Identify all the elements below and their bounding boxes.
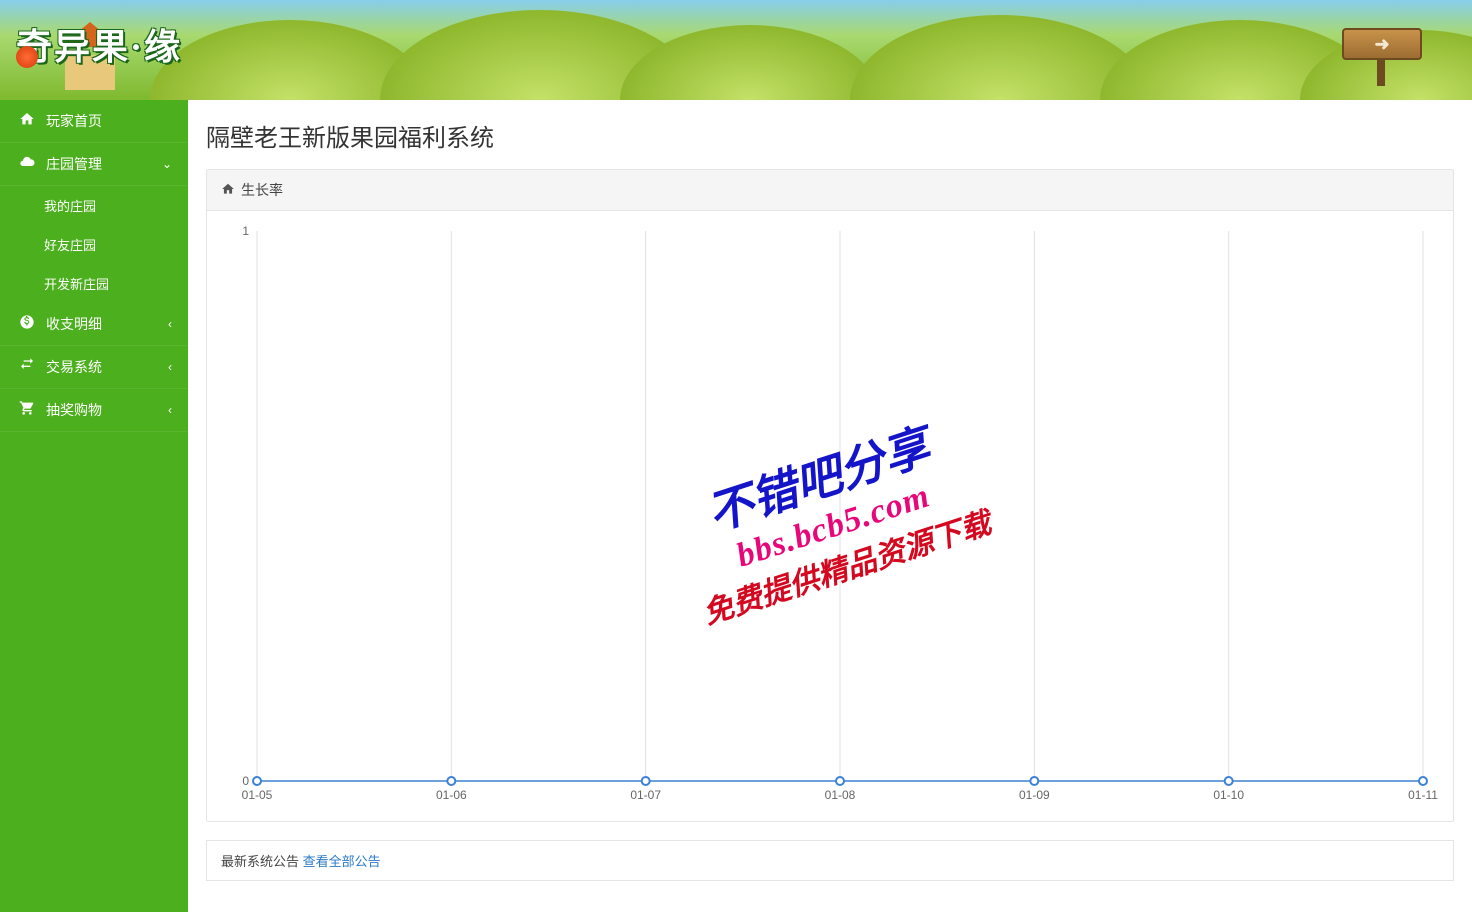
header-hills-decoration — [0, 0, 1472, 100]
dollar-icon — [16, 314, 38, 334]
logo-fruit-icon — [16, 46, 38, 68]
home-icon — [16, 111, 38, 131]
svg-text:0: 0 — [242, 774, 249, 788]
svg-text:01-06: 01-06 — [436, 788, 467, 802]
sidebar-sub-friend-manor[interactable]: 好友庄园 — [0, 225, 188, 264]
sidebar-sub-label: 开发新庄园 — [44, 277, 109, 292]
svg-text:1: 1 — [242, 224, 249, 238]
sidebar-sub-new-manor[interactable]: 开发新庄园 — [0, 264, 188, 303]
sidebar-label: 交易系统 — [46, 357, 102, 377]
panel-header: 生长率 — [207, 170, 1453, 211]
sidebar-label: 抽奖购物 — [46, 400, 102, 420]
growth-chart[interactable]: 0 1 01-05 01-06 01-07 01-08 01-09 01-10 01-11 — [217, 221, 1443, 811]
sidebar-item-trade[interactable]: 交易系统 ‹ — [0, 346, 188, 389]
site-logo[interactable]: 奇异果·缘 — [16, 18, 182, 70]
sidebar-label: 收支明细 — [46, 314, 102, 334]
svg-text:01-10: 01-10 — [1213, 788, 1244, 802]
sidebar-label: 庄园管理 — [46, 154, 102, 174]
logo-text: 奇异果·缘 — [16, 27, 182, 67]
sidebar-item-lottery[interactable]: 抽奖购物 ‹ — [0, 389, 188, 432]
sidebar-label: 玩家首页 — [46, 111, 102, 131]
arrow-right-icon: ➜ — [1374, 34, 1389, 55]
sidebar-item-income[interactable]: 收支明细 ‹ — [0, 303, 188, 346]
panel-title: 生长率 — [241, 180, 283, 200]
svg-text:01-07: 01-07 — [630, 788, 661, 802]
sidebar-sub-my-manor[interactable]: 我的庄园 — [0, 186, 188, 225]
notice-link[interactable]: 查看全部公告 — [303, 854, 381, 869]
notice-prefix: 最新系统公告 — [221, 854, 299, 869]
svg-text:01-11: 01-11 — [1408, 788, 1438, 802]
header-signpost[interactable]: ➜ — [1342, 28, 1432, 68]
chevron-left-icon: ‹ — [168, 403, 172, 417]
header-banner: 奇异果·缘 ➜ — [0, 0, 1472, 100]
notice-panel: 最新系统公告 查看全部公告 — [206, 840, 1454, 881]
svg-text:01-09: 01-09 — [1019, 788, 1050, 802]
chevron-left-icon: ‹ — [168, 317, 172, 331]
chevron-down-icon: ⌄ — [162, 157, 172, 171]
page-title: 隔壁老王新版果园福利系统 — [206, 118, 1454, 153]
sidebar-sub-label: 我的庄园 — [44, 199, 96, 214]
chevron-left-icon: ‹ — [168, 360, 172, 374]
sidebar-item-home[interactable]: 玩家首页 — [0, 100, 188, 143]
sidebar-item-manor[interactable]: 庄园管理 ⌄ — [0, 143, 188, 186]
svg-text:01-08: 01-08 — [825, 788, 856, 802]
exchange-icon — [16, 357, 38, 377]
main-content: 隔壁老王新版果园福利系统 生长率 0101-0501-0601-0701-080… — [188, 100, 1472, 899]
svg-text:01-05: 01-05 — [242, 788, 273, 802]
cart-icon — [16, 400, 38, 420]
panel-body: 0101-0501-0601-0701-0801-0901-1001-11 不错… — [207, 211, 1453, 821]
sidebar-nav: 玩家首页 庄园管理 ⌄ 我的庄园 好友庄园 开发新庄园 收支明细 ‹ 交易系统 … — [0, 100, 188, 912]
growth-panel: 生长率 0 1 01-05 01-06 01-07 01-08 01-09 01-10 01-1… — [206, 169, 1454, 822]
chart-svg: 0 1 01-05 01-06 01-07 01-08 01-09 01-10 01-11 — [217, 221, 1443, 811]
home-icon — [221, 182, 235, 199]
sidebar-sub-label: 好友庄园 — [44, 238, 96, 253]
cloud-icon — [16, 154, 38, 174]
